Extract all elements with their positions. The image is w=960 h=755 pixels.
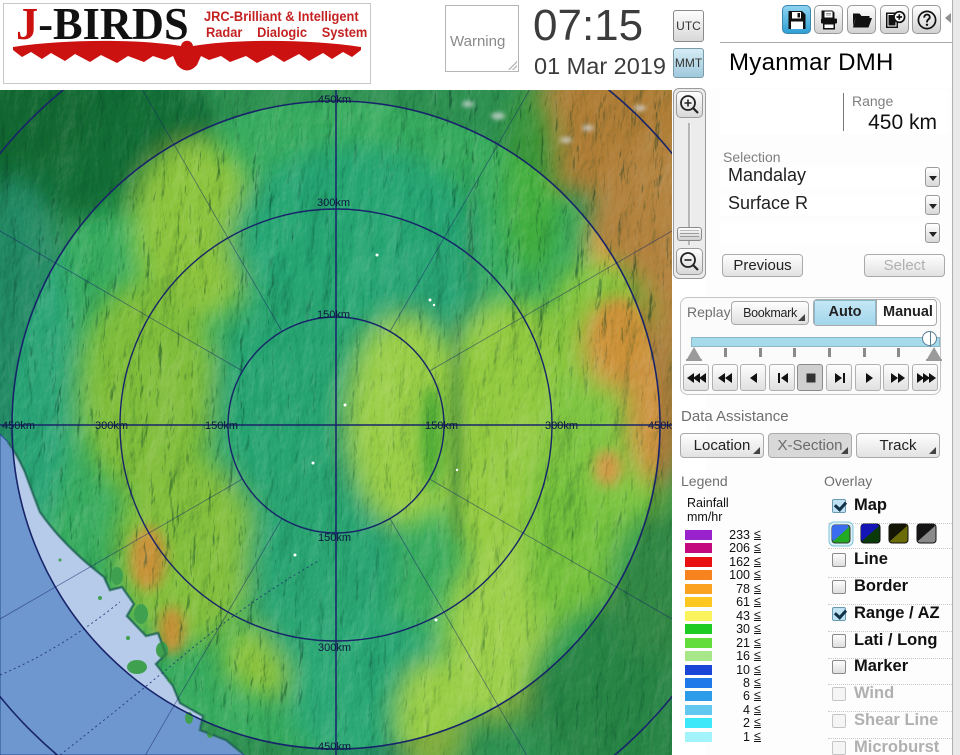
- svg-text:450km: 450km: [648, 420, 672, 432]
- svg-text:300km: 300km: [545, 420, 578, 432]
- svg-text:300km: 300km: [318, 642, 351, 654]
- svg-text:450km: 450km: [318, 741, 351, 753]
- svg-text:150km: 150km: [317, 309, 350, 321]
- svg-text:300km: 300km: [317, 197, 350, 209]
- svg-text:150km: 150km: [205, 420, 238, 432]
- svg-text:150km: 150km: [318, 532, 351, 544]
- svg-text:450km: 450km: [318, 94, 351, 106]
- svg-text:150km: 150km: [425, 420, 458, 432]
- svg-text:300km: 300km: [95, 420, 128, 432]
- svg-text:450km: 450km: [2, 420, 35, 432]
